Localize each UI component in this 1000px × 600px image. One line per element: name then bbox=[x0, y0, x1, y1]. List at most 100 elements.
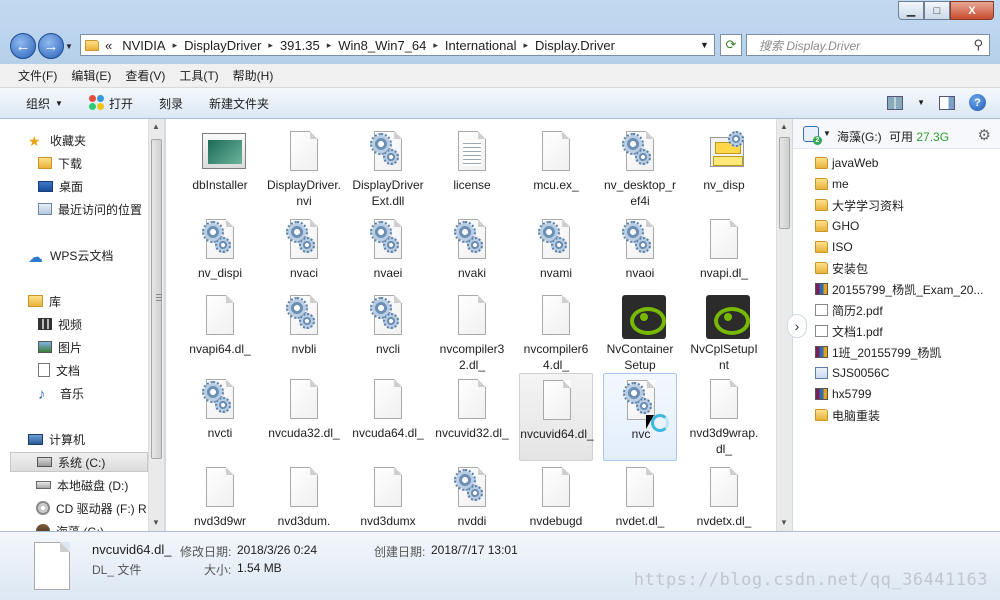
view-options-dropdown[interactable]: ▼ bbox=[917, 98, 925, 107]
scrollbar-thumb[interactable] bbox=[151, 139, 162, 459]
breadcrumb-segment[interactable]: NVIDIA ▸ bbox=[122, 38, 184, 53]
scroll-down-icon[interactable]: ▼ bbox=[780, 518, 788, 527]
new-folder-button[interactable]: 新建文件夹 bbox=[209, 95, 269, 112]
help-icon[interactable]: ? bbox=[969, 94, 986, 111]
scroll-up-icon[interactable]: ▲ bbox=[152, 122, 160, 131]
nav-drive-f[interactable]: CD 驱动器 (F:) R bbox=[36, 498, 147, 518]
scrollbar-thumb[interactable] bbox=[779, 137, 790, 229]
file-item[interactable]: nvcompiler64.dl_ bbox=[519, 289, 593, 377]
file-item[interactable]: nvdebugd bbox=[519, 461, 593, 531]
cloud-list-item[interactable]: GHO bbox=[815, 216, 859, 236]
file-item[interactable]: nv_desktop_ref4i bbox=[603, 125, 677, 213]
collapse-panel-button[interactable]: › bbox=[787, 314, 807, 338]
file-item[interactable]: DisplayDriver.nvi bbox=[267, 125, 341, 213]
file-item[interactable]: mcu.ex_ bbox=[519, 125, 593, 213]
file-item[interactable]: nv_dispi bbox=[183, 213, 257, 301]
back-button[interactable]: ← bbox=[10, 33, 36, 59]
breadcrumb-segment[interactable]: DisplayDriver ▸ bbox=[184, 38, 280, 53]
menu-tools[interactable]: 工具(T) bbox=[179, 67, 218, 84]
cloud-list-item[interactable]: SJS0056C bbox=[815, 363, 889, 383]
breadcrumb-segment[interactable]: 391.35 ▸ bbox=[280, 38, 338, 53]
breadcrumb-segment[interactable]: Win8_Win7_64 ▸ bbox=[338, 38, 445, 53]
change-view-icon[interactable] bbox=[887, 95, 904, 110]
nav-favorites[interactable]: ★ 收藏夹 bbox=[28, 130, 86, 150]
cloud-list-item[interactable]: ISO bbox=[815, 237, 853, 257]
file-item[interactable]: license bbox=[435, 125, 509, 213]
file-item[interactable]: nvdet.dl_ bbox=[603, 461, 677, 531]
menu-view[interactable]: 查看(V) bbox=[125, 67, 165, 84]
preview-pane-icon[interactable] bbox=[939, 95, 955, 110]
nav-downloads[interactable]: 下载 bbox=[38, 153, 82, 173]
file-item[interactable]: nvcli bbox=[351, 289, 425, 377]
cloud-drive-icon[interactable]: 2 bbox=[803, 126, 822, 145]
nav-drive-g[interactable]: 海藻 (G:) bbox=[36, 521, 104, 531]
nav-music[interactable]: ♪ 音乐 bbox=[38, 383, 84, 403]
file-item[interactable]: nvd3d9wr bbox=[183, 461, 257, 531]
organize-button[interactable]: 组织 ▼ bbox=[26, 95, 63, 112]
file-item[interactable]: nvcti bbox=[183, 373, 257, 461]
recent-pages-dropdown[interactable]: ▼ bbox=[65, 42, 73, 51]
address-overflow[interactable]: « bbox=[105, 38, 112, 53]
file-item[interactable]: nvbli bbox=[267, 289, 341, 377]
file-item[interactable]: nvaci bbox=[267, 213, 341, 301]
cloud-list-item[interactable]: 20155799_杨凯_Exam_20... bbox=[815, 279, 983, 299]
cloud-list-item[interactable]: 简历2.pdf bbox=[815, 300, 883, 320]
file-item[interactable]: nvd3d9wrap.dl_ bbox=[687, 373, 761, 461]
scroll-up-icon[interactable]: ▲ bbox=[780, 122, 788, 131]
cloud-list-item[interactable]: javaWeb bbox=[815, 153, 878, 173]
minimize-button[interactable]: ▁ bbox=[898, 1, 924, 20]
search-icon[interactable]: ⚲ bbox=[973, 37, 983, 53]
file-item[interactable]: nvd3dum. bbox=[267, 461, 341, 531]
forward-button[interactable]: → bbox=[38, 33, 64, 59]
file-item[interactable]: nvcuda32.dl_ bbox=[267, 373, 341, 461]
refresh-button[interactable]: ⟳ bbox=[720, 34, 742, 56]
breadcrumb-separator-icon[interactable]: ▸ bbox=[433, 40, 438, 51]
breadcrumb-separator-icon[interactable]: ▸ bbox=[268, 40, 273, 51]
cloud-list-item[interactable]: hx5799 bbox=[815, 384, 871, 404]
file-item[interactable]: nvdetx.dl_ bbox=[687, 461, 761, 531]
cloud-list-item[interactable]: me bbox=[815, 174, 849, 194]
nav-recent[interactable]: 最近访问的位置 bbox=[38, 199, 142, 219]
cloud-list-item[interactable]: 1班_20155799_杨凯 bbox=[815, 342, 941, 362]
cloud-list-item[interactable]: 文档1.pdf bbox=[815, 321, 883, 341]
chevron-down-icon[interactable]: ▼ bbox=[823, 129, 831, 138]
file-item[interactable]: nvd3dumx bbox=[351, 461, 425, 531]
menu-file[interactable]: 文件(F) bbox=[18, 67, 57, 84]
file-item[interactable]: nvami bbox=[519, 213, 593, 301]
file-item[interactable]: nvaki bbox=[435, 213, 509, 301]
search-input[interactable]: 搜索 Display.Driver ⚲ bbox=[746, 34, 990, 56]
file-item[interactable]: nvcuvid32.dl_ bbox=[435, 373, 509, 461]
menu-help[interactable]: 帮助(H) bbox=[233, 67, 274, 84]
cloud-list-item[interactable]: 电脑重装 bbox=[815, 405, 880, 425]
breadcrumb-separator-icon[interactable]: ▸ bbox=[173, 40, 178, 51]
nav-scrollbar[interactable]: ▲ ▼ bbox=[148, 119, 164, 531]
file-item[interactable]: nv_disp bbox=[687, 125, 761, 213]
nav-libraries[interactable]: 库 bbox=[28, 291, 61, 311]
nav-videos[interactable]: 视频 bbox=[38, 314, 82, 334]
address-bar[interactable]: « NVIDIA ▸ DisplayDriver ▸ 391.35 ▸ Win8_Wi… bbox=[80, 34, 715, 56]
scroll-down-icon[interactable]: ▼ bbox=[152, 518, 160, 527]
file-item[interactable]: NvContainerSetup bbox=[603, 289, 677, 377]
cloud-list-item[interactable]: 大学学习资料 bbox=[815, 195, 904, 215]
file-item[interactable]: DisplayDriverExt.dll bbox=[351, 125, 425, 213]
nav-documents[interactable]: 文档 bbox=[38, 360, 80, 380]
file-item[interactable]: nvddi bbox=[435, 461, 509, 531]
file-item[interactable]: nvcuda64.dl_ bbox=[351, 373, 425, 461]
nav-wps-cloud[interactable]: ☁ WPS云文档 bbox=[28, 245, 113, 267]
file-item[interactable]: nvapi64.dl_ bbox=[183, 289, 257, 377]
gear-icon[interactable]: ⚙ bbox=[978, 126, 991, 144]
cloud-list-item[interactable]: 安装包 bbox=[815, 258, 868, 278]
nav-desktop[interactable]: 桌面 bbox=[38, 176, 83, 196]
menu-edit[interactable]: 编辑(E) bbox=[71, 67, 111, 84]
file-item[interactable]: nvaei bbox=[351, 213, 425, 301]
nav-computer[interactable]: 计算机 bbox=[28, 429, 85, 449]
nav-pictures[interactable]: 图片 bbox=[38, 337, 82, 357]
breadcrumb-segment[interactable]: International ▸ bbox=[445, 38, 535, 53]
file-item[interactable]: dbInstaller bbox=[183, 125, 257, 213]
breadcrumb-separator-icon[interactable]: ▸ bbox=[327, 40, 332, 51]
file-item[interactable]: nvcuvid64.dl_ bbox=[519, 373, 594, 461]
maximize-button[interactable]: □ bbox=[924, 1, 950, 20]
file-item[interactable]: NvCplSetupInt bbox=[687, 289, 761, 377]
file-item[interactable]: nvaoi bbox=[603, 213, 677, 301]
burn-button[interactable]: 刻录 bbox=[159, 95, 183, 112]
